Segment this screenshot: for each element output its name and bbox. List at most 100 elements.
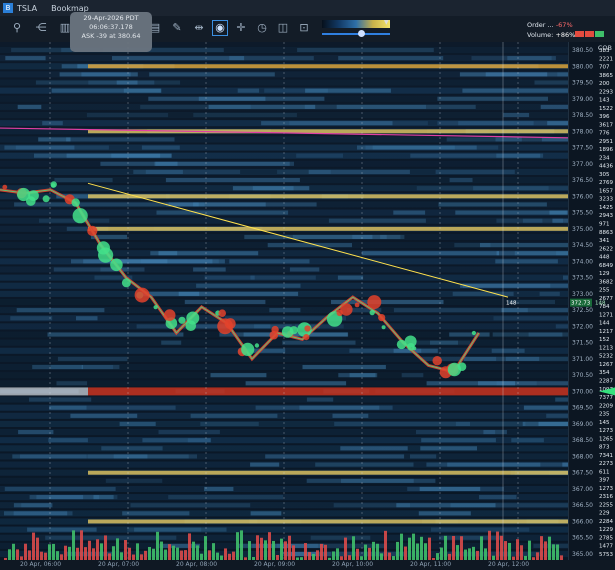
heat-segment — [420, 446, 477, 451]
buy-volume-bar — [116, 538, 119, 560]
heat-segment — [337, 275, 364, 280]
chat-bubble-icon[interactable]: ◉ — [212, 20, 228, 36]
cob-size-label: 4436 — [599, 164, 613, 170]
heat-segment — [480, 243, 568, 248]
heat-segment — [460, 283, 568, 288]
zoom-icon[interactable]: ⚲ — [10, 21, 24, 35]
cob-size-label: 255 — [599, 288, 610, 294]
sell-volume-bar — [92, 548, 95, 560]
sell-volume-bar — [356, 548, 359, 560]
cob-size-label: 707 — [599, 65, 610, 71]
crosshair-tag: 148 — [506, 301, 517, 307]
buy-volume-bar — [552, 544, 555, 560]
buy-volume-bar — [364, 544, 367, 560]
sell-volume-bar — [232, 551, 235, 560]
contrast-slider-knob[interactable] — [358, 30, 365, 37]
heat-segment — [75, 202, 199, 207]
cob-size-label: 2255 — [599, 502, 613, 508]
sell-volume-bar — [224, 548, 227, 560]
sell-volume-bar — [544, 541, 547, 560]
volume-label: Volume: — [527, 31, 554, 39]
price-tick-label: 365.00 — [572, 551, 593, 558]
sell-volume-bar — [504, 541, 507, 560]
camera-icon[interactable]: ◫ — [276, 21, 290, 35]
heat-segment — [187, 438, 212, 443]
heat-segment — [297, 47, 434, 53]
cob-size-label: 145 — [599, 420, 610, 426]
contrast-slider[interactable] — [322, 33, 390, 35]
price-tick-label: 370.00 — [572, 388, 593, 395]
sell-trade-dot — [336, 309, 343, 317]
sell-volume-bar — [384, 530, 387, 560]
liquidity-level — [88, 226, 568, 231]
heat-segment — [282, 340, 356, 345]
buy-volume-bar — [332, 551, 335, 560]
chevron-down-icon[interactable]: ▼ — [384, 19, 389, 26]
heat-segment — [119, 421, 156, 426]
heat-segment — [334, 421, 470, 426]
share-icon[interactable]: ⋲ — [34, 21, 48, 35]
symbol-label[interactable]: TSLA — [17, 4, 37, 13]
price-tick-label: 372.00 — [572, 323, 593, 330]
sell-volume-bar — [540, 536, 543, 560]
heat-segment — [357, 145, 477, 150]
buy-volume-bar — [100, 543, 103, 560]
heat-segment — [479, 495, 517, 500]
cob-size-label: 235 — [599, 412, 610, 418]
sell-volume-bar — [80, 530, 83, 560]
buy-volume-bar — [480, 536, 483, 560]
sell-volume-bar — [40, 551, 43, 560]
cob-size-label: 3865 — [599, 73, 613, 79]
sell-volume-bar — [144, 550, 147, 560]
price-tick-label: 380.50 — [572, 47, 593, 54]
buy-trade-dot — [457, 362, 467, 372]
heatmap-svg[interactable]: 148 — [0, 42, 568, 564]
pencil-icon[interactable]: ✎ — [170, 21, 184, 35]
time-tick-label: 20 Apr, 06:00 — [20, 561, 62, 568]
ruler-icon[interactable]: ⇹ — [192, 21, 206, 35]
price-tick-label: 379.50 — [572, 80, 593, 87]
sell-volume-bar — [208, 550, 211, 560]
cob-size-label: 8863 — [599, 230, 613, 236]
heat-segment — [158, 430, 220, 435]
last-size-tag: 148 — [595, 301, 606, 307]
heat-segment — [511, 438, 544, 443]
cob-size-label: 1267 — [599, 362, 613, 368]
buy-trade-dot — [381, 325, 386, 330]
heat-segment — [168, 495, 284, 500]
heat-segment — [105, 478, 163, 483]
heat-segment — [116, 80, 138, 85]
sell-volume-bar — [516, 539, 519, 560]
time-tick-label: 20 Apr, 10:00 — [332, 561, 374, 568]
crosshair-icon[interactable]: ✛ — [234, 21, 248, 35]
sell-trade-dot — [134, 287, 150, 303]
heatmap-contrast-bar[interactable] — [322, 20, 390, 28]
price-tick-label: 368.00 — [572, 453, 593, 460]
heat-segment — [308, 169, 410, 174]
heat-segment — [437, 96, 548, 101]
price-tick-label: 378.50 — [572, 112, 593, 119]
sell-trade-dot — [2, 184, 8, 190]
sell-volume-bar — [476, 550, 479, 560]
lock-icon[interactable]: ⊡ — [297, 21, 311, 35]
heat-segment — [449, 178, 473, 183]
heat-segment — [250, 275, 316, 280]
buy-volume-bar — [528, 540, 531, 560]
cob-size-label: 873 — [599, 445, 610, 451]
buy-trade-dot — [121, 278, 131, 288]
heatmap-chart[interactable]: 148 50000 — [0, 42, 568, 564]
sell-volume-bar — [284, 541, 287, 560]
cob-size-label: 129 — [599, 271, 610, 277]
heat-segment — [547, 121, 568, 126]
heat-segment — [57, 356, 128, 361]
heat-segment — [332, 413, 369, 418]
cob-size-label: 305 — [599, 172, 610, 178]
clock-icon[interactable]: ◷ — [255, 21, 269, 35]
buy-trade-dot — [42, 195, 50, 203]
sell-trade-dot — [218, 309, 226, 318]
buy-volume-bar — [396, 541, 399, 560]
buy-volume-bar — [52, 543, 55, 560]
buy-volume-bar — [156, 531, 159, 560]
buy-trade-dot — [72, 208, 88, 224]
heat-segment — [315, 462, 414, 467]
